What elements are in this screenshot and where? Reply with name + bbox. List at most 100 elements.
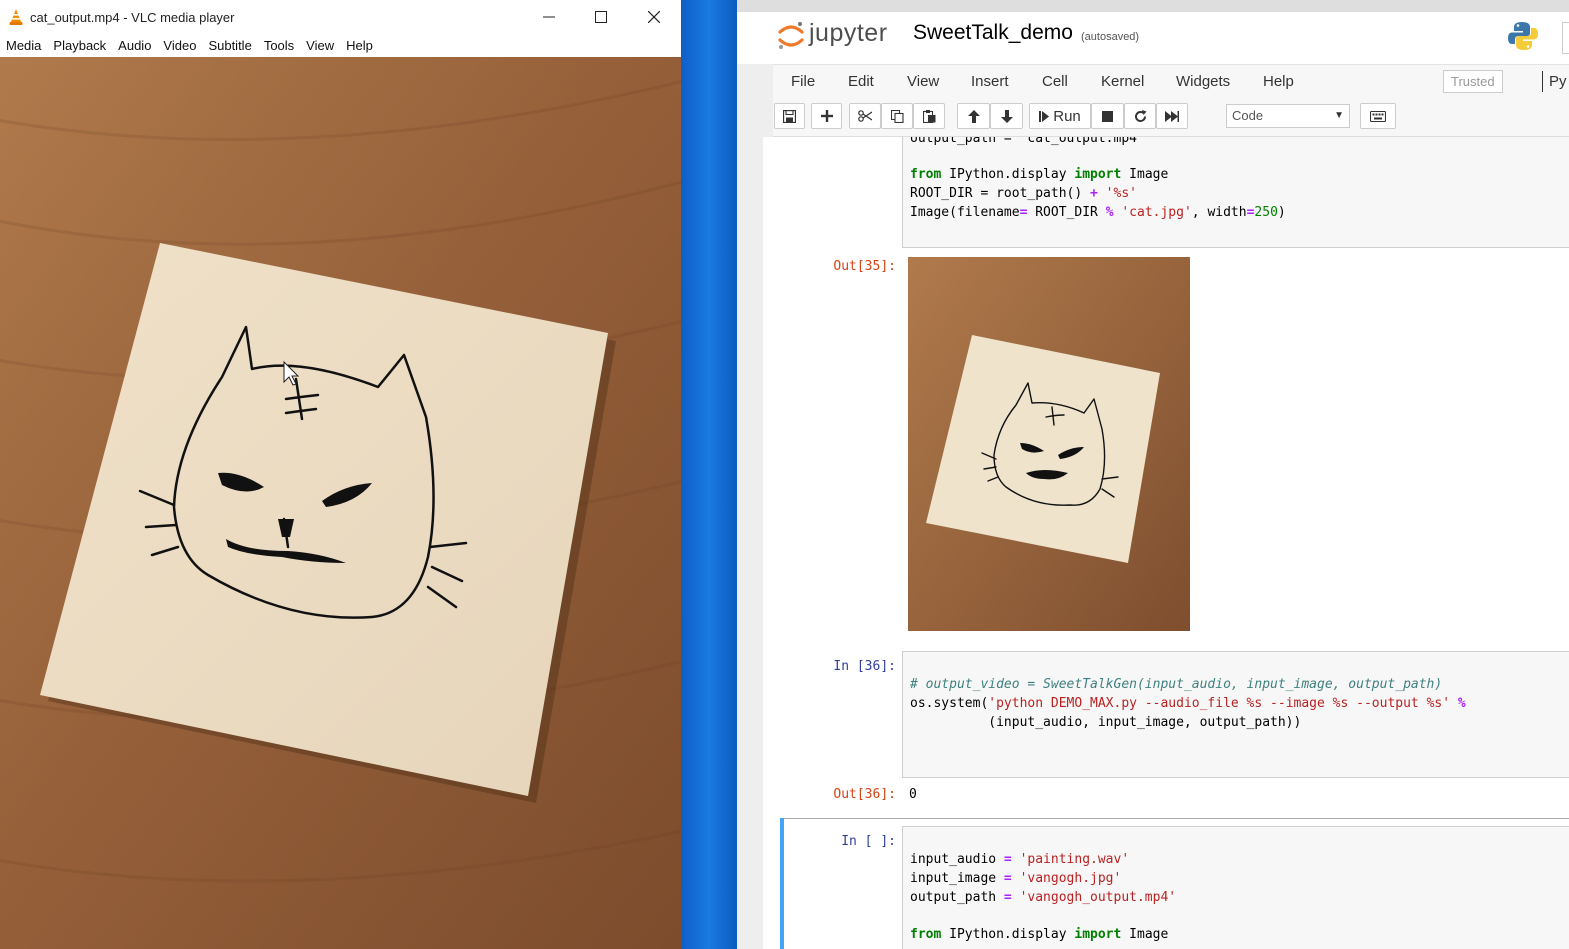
arrow-down-icon — [1000, 109, 1013, 123]
input-prompt: In [36]: — [833, 659, 896, 674]
output-value: 0 — [909, 787, 917, 802]
output-prompt: Out[36]: — [833, 787, 896, 802]
move-down-button[interactable] — [990, 103, 1023, 129]
notebook-name[interactable]: SweetTalk_demo — [913, 21, 1073, 45]
vlc-menu-tools[interactable]: Tools — [264, 38, 294, 53]
keyword: from — [910, 167, 942, 182]
string-literal: 'vangogh_output.mp4' — [1011, 890, 1177, 905]
minimize-button[interactable] — [523, 0, 575, 34]
code-token: Image(filename — [910, 205, 1020, 220]
operator: = — [1003, 890, 1012, 905]
keyword: from — [910, 927, 942, 942]
code-line: input_audio = 'painting.wav' — [910, 852, 1129, 867]
step-forward-icon — [1039, 110, 1050, 122]
code-editor[interactable]: input_audio = 'painting.wav' input_image… — [902, 826, 1569, 949]
vlc-titlebar[interactable]: cat_output.mp4 - VLC media player — [0, 0, 681, 34]
string-literal: 'vangogh.jpg' — [1011, 871, 1122, 886]
jupyter-window: jupyter SweetTalk_demo (autosaved) File … — [737, 0, 1569, 949]
paste-icon — [922, 109, 935, 123]
vlc-menu-help[interactable]: Help — [346, 38, 373, 53]
operator: % — [1450, 696, 1466, 711]
menu-view[interactable]: View — [907, 73, 939, 90]
vlc-menu-subtitle[interactable]: Subtitle — [208, 38, 251, 53]
jupyter-logo-text: jupyter — [809, 19, 888, 47]
jupyter-header: jupyter SweetTalk_demo (autosaved) — [737, 12, 1569, 64]
menu-cell[interactable]: Cell — [1042, 73, 1068, 90]
jupyter-toolbar: Run Code ▼ — [773, 97, 1569, 137]
autosave-status: (autosaved) — [1081, 31, 1140, 43]
string-literal: 'painting.wav' — [1011, 852, 1130, 867]
menu-help[interactable]: Help — [1263, 73, 1294, 90]
menu-kernel[interactable]: Kernel — [1101, 73, 1144, 90]
code-line: os.system('python DEMO_MAX.py --audio_fi… — [910, 696, 1466, 711]
code-line: Image(filename= ROOT_DIR % 'cat.jpg', wi… — [910, 205, 1286, 220]
kernel-name[interactable]: Py — [1549, 73, 1567, 90]
code-token: output_path — [910, 890, 1004, 905]
keyboard-icon — [1370, 110, 1386, 122]
operator: + — [1090, 186, 1098, 201]
insert-cell-button[interactable] — [811, 103, 842, 129]
run-label: Run — [1053, 107, 1081, 125]
code-token: Image — [1121, 927, 1169, 942]
number-literal: 250 — [1254, 205, 1278, 220]
code-line: (input_audio, input_image, output_path)) — [910, 715, 1302, 730]
run-button[interactable]: Run — [1029, 103, 1091, 129]
copy-button[interactable] — [881, 103, 913, 129]
restart-run-all-button[interactable] — [1156, 103, 1188, 129]
cut-button[interactable] — [849, 103, 881, 129]
code-line: from IPython.display import Image — [910, 167, 1168, 182]
code-token: input_image — [910, 871, 1004, 886]
menu-edit[interactable]: Edit — [848, 73, 874, 90]
plus-icon — [820, 110, 833, 122]
code-editor[interactable]: # output_video = SweetTalkGen(input_audi… — [902, 651, 1569, 778]
interrupt-kernel-button[interactable] — [1091, 103, 1124, 129]
cell-type-value: Code — [1232, 108, 1264, 123]
maximize-button[interactable] — [575, 0, 627, 34]
trusted-indicator[interactable]: Trusted — [1443, 70, 1503, 93]
video-frame[interactable] — [0, 57, 681, 949]
string-literal: 'cat.jpg' — [1113, 205, 1192, 220]
arrow-up-icon — [967, 109, 980, 123]
operator: = — [1003, 871, 1012, 886]
menu-widgets[interactable]: Widgets — [1176, 73, 1230, 90]
vlc-menu-view[interactable]: View — [306, 38, 334, 53]
keyword: import — [1074, 927, 1122, 942]
browser-top-edge — [737, 0, 1569, 12]
close-icon — [648, 11, 660, 23]
scissors-icon — [858, 110, 872, 122]
kernel-separator — [1542, 71, 1543, 92]
vlc-window-title: cat_output.mp4 - VLC media player — [30, 9, 235, 25]
vlc-menu-audio[interactable]: Audio — [118, 38, 151, 53]
cat-image-output — [908, 257, 1190, 631]
move-up-button[interactable] — [957, 103, 990, 129]
keyword: import — [1074, 167, 1122, 182]
string-literal: 'python DEMO_MAX.py --audio_file %s --im… — [988, 696, 1451, 711]
vlc-menubar: Media Playback Audio Video Subtitle Tool… — [0, 34, 681, 57]
desktop-background — [681, 0, 737, 949]
code-token: IPython.display — [941, 167, 1075, 182]
python-logo-icon — [1508, 22, 1538, 50]
code-token: ROOT_DIR — [1027, 205, 1106, 220]
paste-button[interactable] — [913, 103, 945, 129]
vlc-menu-playback[interactable]: Playback — [53, 38, 106, 53]
jupyter-menubar: File Edit View Insert Cell Kernel Widget… — [773, 64, 1569, 99]
notebook-container: output_path = 'cat_output.mp4' from IPyt… — [763, 137, 1569, 949]
save-button[interactable] — [774, 103, 805, 129]
vlc-menu-media[interactable]: Media — [6, 38, 41, 53]
vlc-menu-video[interactable]: Video — [163, 38, 196, 53]
jupyter-logo-icon[interactable] — [777, 20, 805, 52]
menu-insert[interactable]: Insert — [971, 73, 1009, 90]
code-token: os.system( — [910, 696, 989, 711]
string-literal: '%s' — [1097, 186, 1137, 201]
menu-file[interactable]: File — [791, 73, 815, 90]
maximize-icon — [595, 11, 607, 23]
close-button[interactable] — [628, 0, 680, 34]
code-editor[interactable]: output_path = 'cat_output.mp4' from IPyt… — [902, 137, 1569, 248]
command-palette-button[interactable] — [1360, 103, 1396, 129]
code-line: output_path = 'cat_output.mp4' — [910, 137, 1145, 146]
code-line: ROOT_DIR = root_path() + '%s' — [910, 186, 1137, 201]
header-edge-button[interactable] — [1562, 22, 1569, 54]
code-token: ROOT_DIR = root_path() — [910, 186, 1091, 201]
cell-type-select[interactable]: Code ▼ — [1226, 104, 1350, 128]
restart-kernel-button[interactable] — [1124, 103, 1156, 129]
